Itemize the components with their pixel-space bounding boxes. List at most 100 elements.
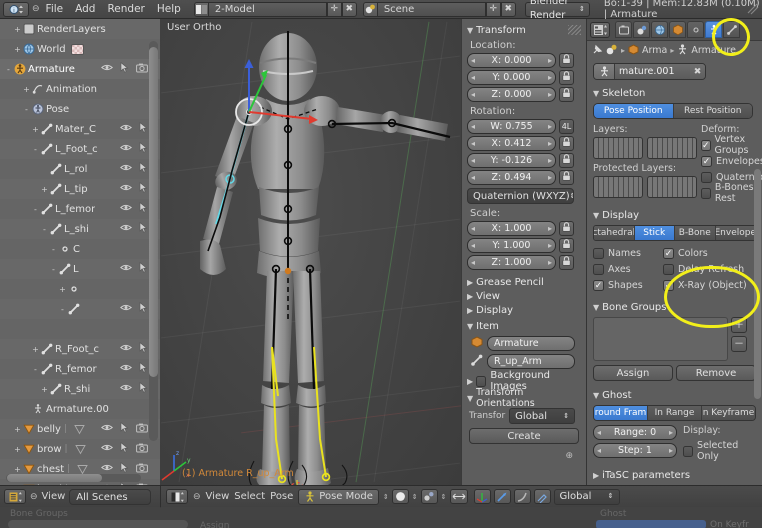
display-axes-option[interactable]: Axes [593, 261, 663, 277]
rotation-y[interactable]: ◂ Y: -0.126 ▸ [467, 153, 556, 168]
item-panel-header[interactable]: ▼ Item [467, 319, 581, 333]
screen-layout-field[interactable]: 2-Model [208, 1, 327, 17]
ghost-range-field[interactable]: ◂ Range: 0 ▸ [593, 425, 677, 440]
outliner-item-label[interactable]: chest [37, 464, 64, 475]
display-names-checkbox[interactable] [593, 247, 604, 259]
viewport-menu-pose[interactable]: Pose [270, 491, 293, 502]
armature-layers-top-left[interactable] [593, 137, 643, 159]
decrement-arrow-icon[interactable]: ◂ [471, 171, 475, 185]
new-screen-icon[interactable]: ✛ [326, 1, 342, 17]
outliner-item-label[interactable]: Animation [46, 84, 97, 95]
increment-arrow-icon[interactable]: ▸ [548, 137, 552, 151]
outliner-expand-toggle[interactable]: + [13, 25, 22, 34]
outliner-expand-toggle[interactable]: - [49, 245, 58, 254]
outliner-row[interactable]: + [0, 279, 160, 299]
selectability-cursor-icon[interactable] [120, 421, 129, 436]
visibility-eye-icon[interactable] [120, 363, 132, 375]
renderability-camera-icon[interactable] [136, 63, 148, 76]
display-type-envelope[interactable]: Envelope [715, 226, 755, 240]
outliner-item-label[interactable]: brow [37, 444, 62, 455]
outliner-item-label[interactable]: R_Foot_c [55, 344, 99, 355]
outliner-row[interactable]: - L_shi [0, 219, 160, 239]
resize-grip-icon[interactable] [746, 2, 760, 16]
display-delay-refresh-option[interactable]: Delay Refresh [663, 261, 756, 277]
collapsed-panel-display[interactable]: ▶ Display [467, 303, 581, 317]
decrement-arrow-icon[interactable]: ◂ [597, 426, 601, 440]
outliner-item-label[interactable]: L_tip [64, 184, 88, 195]
display-x-ray-object--option[interactable]: ✓ X-Ray (Object) [663, 277, 756, 293]
outliner-row[interactable]: + Animation [0, 79, 160, 99]
deform-quaternion-checkbox[interactable] [701, 171, 712, 183]
decrement-arrow-icon[interactable]: ◂ [471, 222, 475, 236]
world-color-swatch[interactable] [70, 43, 84, 55]
selectability-cursor-icon[interactable] [120, 441, 129, 456]
lock-location-y[interactable] [559, 70, 574, 85]
interaction-mode-select[interactable]: Pose Mode [298, 488, 379, 505]
renderability-camera-icon[interactable] [136, 423, 148, 436]
decrement-arrow-icon[interactable]: ◂ [471, 88, 475, 102]
increment-arrow-icon[interactable]: ▸ [669, 444, 673, 458]
outliner-row[interactable]: + World [0, 39, 160, 59]
outliner-row[interactable] [0, 319, 160, 339]
display-names-option[interactable]: Names [593, 245, 663, 261]
selectability-cursor-icon[interactable] [139, 261, 148, 276]
outliner-expand-toggle[interactable]: + [40, 185, 49, 194]
ghost-mode-round-fram[interactable]: round Fram [594, 406, 648, 420]
increment-arrow-icon[interactable]: ▸ [548, 256, 552, 270]
breadcrumb-object-label[interactable]: Arma [642, 45, 667, 56]
skeleton-panel-header[interactable]: ▼ Skeleton [593, 86, 756, 100]
outliner-view-menu[interactable]: View [42, 491, 66, 502]
outliner-expand-toggle[interactable]: + [13, 445, 22, 454]
outliner-row[interactable]: - Armature [0, 59, 160, 79]
shading-stepper-icon[interactable]: ⇕ [412, 493, 418, 501]
outliner-horizontal-scrollbar[interactable] [6, 474, 141, 482]
visibility-eye-icon[interactable] [120, 183, 132, 195]
outliner-editor-type-icon[interactable] [4, 489, 26, 504]
visibility-eye-icon[interactable] [120, 143, 132, 155]
selectability-cursor-icon[interactable] [139, 361, 148, 376]
ghost-panel-header[interactable]: ▼ Ghost [593, 388, 756, 402]
outliner-expand-toggle[interactable]: - [40, 225, 49, 234]
translate-manipulator-icon[interactable] [473, 489, 491, 504]
render-tab[interactable] [615, 21, 632, 38]
deform-b-bones-rest-option[interactable]: B-Bones Rest [701, 182, 762, 204]
display-shapes-checkbox[interactable]: ✓ [593, 279, 604, 291]
pin-icon[interactable] [592, 44, 603, 58]
selectability-cursor-icon[interactable] [120, 61, 129, 76]
visibility-eye-icon[interactable] [120, 343, 132, 355]
decrement-arrow-icon[interactable]: ◂ [471, 256, 475, 270]
outliner-item-label[interactable]: belly [37, 424, 61, 435]
transform-orientation-select[interactable]: Global ⇕ [553, 488, 620, 505]
decrement-arrow-icon[interactable]: ◂ [471, 54, 475, 68]
outliner-item-label[interactable]: L_shi [64, 224, 89, 235]
protected-layers-left[interactable] [593, 176, 643, 198]
lock-scale-x[interactable] [559, 221, 574, 236]
outliner-expand-toggle[interactable]: + [13, 465, 22, 474]
outliner-expand-toggle[interactable]: - [58, 305, 67, 314]
display-type-stick[interactable]: Stick [634, 226, 675, 240]
outliner-collapse-icon[interactable]: ⊖ [30, 492, 38, 502]
viewport-properties-region[interactable]: ▼ Transform Location: ◂ X: 0.000 ▸ ◂ Y: 0.00… [461, 19, 586, 485]
visibility-eye-icon[interactable] [120, 163, 132, 175]
lock-scale-z[interactable] [559, 255, 574, 270]
decrement-arrow-icon[interactable]: ◂ [471, 239, 475, 253]
outliner-row[interactable]: + R_shi [0, 379, 160, 399]
visibility-eye-icon[interactable] [120, 203, 132, 215]
visibility-eye-icon[interactable] [101, 443, 113, 455]
location-z[interactable]: ◂ Z: 0.000 ▸ [467, 87, 556, 102]
armature-datablock[interactable]: mature.001 ✖ [593, 63, 706, 80]
decrement-arrow-icon[interactable]: ◂ [471, 137, 475, 151]
increment-arrow-icon[interactable]: ▸ [548, 120, 552, 134]
outliner-item-label[interactable]: L_femor [55, 204, 95, 215]
breadcrumb-scene-icon[interactable] [606, 44, 618, 58]
display-delay-refresh-checkbox[interactable] [663, 263, 674, 275]
location-x[interactable]: ◂ X: 0.000 ▸ [467, 53, 556, 68]
display-colors-checkbox[interactable]: ✓ [663, 247, 674, 259]
increment-arrow-icon[interactable]: ▸ [548, 71, 552, 85]
rotation-mode-select[interactable]: Quaternion (WXYZ) ⇕ [467, 188, 574, 204]
add-preset-icon[interactable]: ⊕ [467, 451, 581, 461]
transform-orientations-header[interactable]: ▼ Transform Orientations [467, 387, 581, 409]
scale-manipulator-icon[interactable] [513, 489, 531, 504]
armature-data-tab[interactable] [705, 21, 722, 38]
outliner-row[interactable]: - L_Foot_c [0, 139, 160, 159]
